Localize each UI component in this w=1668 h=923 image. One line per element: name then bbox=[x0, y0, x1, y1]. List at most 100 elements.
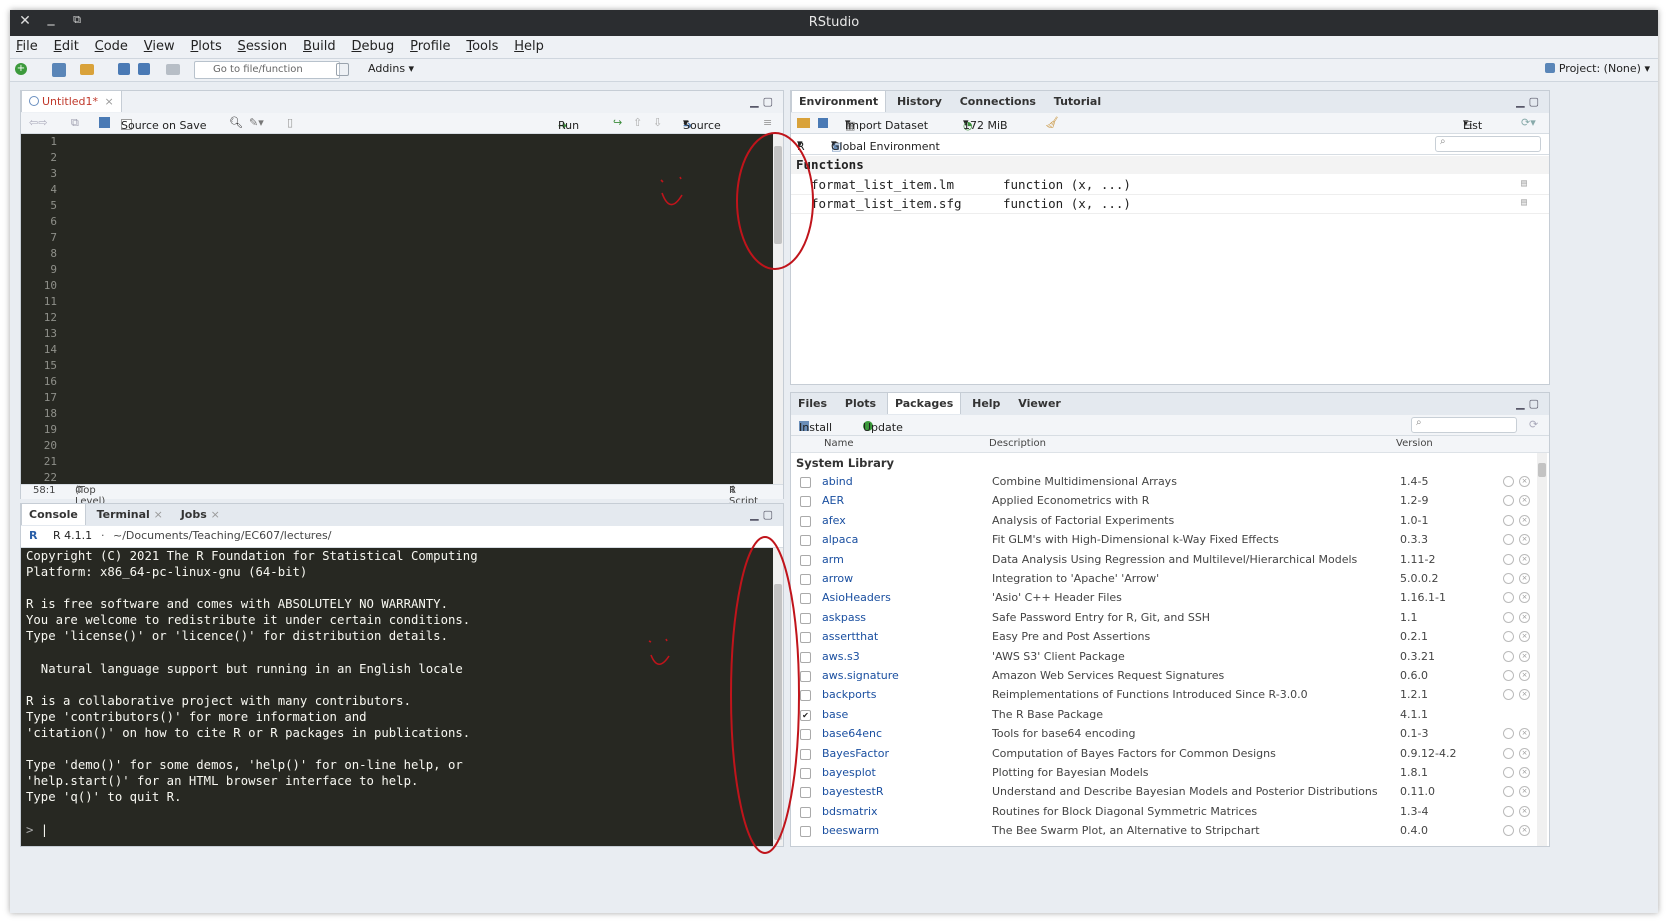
tab-environment[interactable]: Environment bbox=[791, 91, 887, 112]
menu-file[interactable]: File bbox=[10, 36, 44, 54]
source-button[interactable]: ➔ Source ▾ bbox=[683, 116, 721, 132]
pkg-minmax-icon[interactable]: ▁▢ bbox=[1516, 397, 1543, 410]
package-website-icon[interactable] bbox=[1503, 631, 1514, 643]
package-load-checkbox[interactable] bbox=[800, 574, 811, 585]
package-load-checkbox[interactable] bbox=[800, 554, 811, 566]
menu-session[interactable]: Session bbox=[232, 36, 294, 54]
refresh-icon[interactable]: ⟳▾ bbox=[1521, 116, 1536, 129]
memory-usage-button[interactable]: ◔ 172 MiB ▾ bbox=[963, 116, 1008, 132]
package-website-icon[interactable] bbox=[1503, 534, 1514, 546]
package-load-checkbox[interactable] bbox=[800, 612, 811, 624]
remove-package-icon[interactable]: × bbox=[1519, 553, 1530, 565]
package-name-link[interactable]: bayesplot bbox=[822, 766, 876, 779]
package-row[interactable]: askpass Safe Password Entry for R, Git, a… bbox=[791, 609, 1537, 628]
load-workspace-icon[interactable] bbox=[797, 118, 810, 128]
package-website-icon[interactable] bbox=[1503, 825, 1514, 837]
package-row[interactable]: afex Analysis of Factorial Experiments 1.0… bbox=[791, 512, 1537, 531]
remove-package-icon[interactable]: × bbox=[1519, 573, 1530, 584]
package-load-checkbox[interactable] bbox=[800, 651, 811, 663]
col-name[interactable]: Name bbox=[824, 438, 854, 449]
back-arrow-icon[interactable]: ⇦⇨ bbox=[29, 116, 47, 129]
package-load-checkbox[interactable] bbox=[800, 535, 811, 547]
package-row[interactable]: arrow Integration to 'Apache' 'Arrow' 5.0.… bbox=[791, 570, 1537, 589]
package-name-link[interactable]: beeswarm bbox=[822, 824, 879, 837]
tab-plots[interactable]: Plots bbox=[838, 393, 883, 414]
working-directory[interactable]: ~/Documents/Teaching/EC607/lectures/ bbox=[113, 529, 331, 542]
package-website-icon[interactable] bbox=[1503, 689, 1514, 701]
package-row[interactable]: beeswarm The Bee Swarm Plot, an Alternati… bbox=[791, 822, 1537, 841]
package-name-link[interactable]: base bbox=[822, 708, 848, 721]
packages-scrollbar[interactable] bbox=[1537, 453, 1547, 846]
package-load-checkbox[interactable] bbox=[800, 671, 811, 682]
compile-report-icon[interactable]: ▯ bbox=[287, 116, 293, 129]
language-selector[interactable]: R ▾ bbox=[797, 137, 805, 153]
source-minmax-icon[interactable]: ▁▢ bbox=[750, 95, 777, 108]
package-name-link[interactable]: bayestestR bbox=[822, 785, 884, 798]
close-tab-icon[interactable]: × bbox=[154, 508, 163, 521]
package-name-link[interactable]: bdsmatrix bbox=[822, 805, 878, 818]
tab-untitled1[interactable]: Untitled1* × bbox=[21, 91, 122, 112]
col-description[interactable]: Description bbox=[989, 438, 1046, 449]
package-name-link[interactable]: arm bbox=[822, 553, 844, 566]
menu-tools[interactable]: Tools bbox=[460, 36, 504, 54]
tab-viewer[interactable]: Viewer bbox=[1011, 393, 1068, 414]
new-file-icon[interactable]: + bbox=[15, 63, 27, 75]
menu-view[interactable]: View bbox=[138, 36, 181, 54]
remove-package-icon[interactable]: × bbox=[1519, 728, 1530, 740]
import-dataset-button[interactable]: ▦ Import Dataset ▾ bbox=[845, 116, 928, 132]
tab-terminal[interactable]: Terminal × bbox=[90, 504, 170, 525]
code-tools-icon[interactable]: ✎▾ bbox=[249, 116, 264, 129]
package-row[interactable]: aws.signature Amazon Web Services Request… bbox=[791, 667, 1537, 686]
refresh-icon[interactable]: ⟳ bbox=[1529, 418, 1538, 431]
package-load-checkbox[interactable] bbox=[800, 632, 811, 644]
package-website-icon[interactable] bbox=[1503, 650, 1514, 662]
tab-help[interactable]: Help bbox=[965, 393, 1007, 414]
package-row[interactable]: arm Data Analysis Using Regression and Mu… bbox=[791, 551, 1537, 570]
package-website-icon[interactable] bbox=[1503, 767, 1514, 778]
menu-code[interactable]: Code bbox=[89, 36, 134, 54]
menu-debug[interactable]: Debug bbox=[345, 36, 400, 54]
save-icon[interactable] bbox=[118, 63, 130, 75]
remove-package-icon[interactable]: × bbox=[1519, 747, 1530, 759]
scope-selector[interactable]: (Top Level) ⇕ bbox=[75, 485, 105, 507]
package-row[interactable]: assertthat Easy Pre and Post Assertions 0.… bbox=[791, 628, 1537, 647]
package-website-icon[interactable] bbox=[1503, 786, 1514, 798]
package-name-link[interactable]: aws.signature bbox=[822, 669, 899, 682]
package-load-checkbox[interactable] bbox=[800, 729, 811, 741]
remove-package-icon[interactable]: × bbox=[1519, 514, 1530, 526]
go-to-directory-icon[interactable]: ➪ bbox=[305, 529, 314, 542]
menu-edit[interactable]: Edit bbox=[48, 36, 85, 54]
package-name-link[interactable]: aws.s3 bbox=[822, 650, 860, 663]
package-load-checkbox[interactable] bbox=[800, 515, 811, 527]
addins-menu[interactable]: Addins ▾ bbox=[368, 62, 414, 75]
grid-layout-icon[interactable] bbox=[336, 63, 349, 76]
package-name-link[interactable]: afex bbox=[822, 514, 846, 527]
remove-package-icon[interactable]: × bbox=[1519, 495, 1530, 507]
environment-search[interactable]: ⌕ bbox=[1435, 136, 1541, 152]
packages-scroll-thumb[interactable] bbox=[1538, 463, 1546, 477]
view-object-icon[interactable]: ▤ bbox=[1521, 178, 1527, 189]
package-load-checkbox[interactable] bbox=[800, 496, 811, 508]
package-row[interactable]: ✔ base The R Base Package 4.1.1 bbox=[791, 706, 1537, 725]
package-website-icon[interactable] bbox=[1503, 747, 1514, 759]
editor-scroll-thumb[interactable] bbox=[774, 146, 782, 244]
package-row[interactable]: AER Applied Econometrics with R 1.2-9 × bbox=[791, 492, 1537, 511]
remove-package-icon[interactable]: × bbox=[1519, 670, 1530, 681]
package-name-link[interactable]: assertthat bbox=[822, 630, 878, 643]
goto-file-input[interactable]: Go to file/function bbox=[194, 61, 340, 79]
package-website-icon[interactable] bbox=[1503, 670, 1514, 681]
menu-build[interactable]: Build bbox=[297, 36, 342, 54]
package-name-link[interactable]: AER bbox=[822, 494, 844, 507]
package-row[interactable]: base64enc Tools for base64 encoding 0.1-3 × bbox=[791, 725, 1537, 744]
package-load-checkbox[interactable] bbox=[800, 806, 811, 818]
view-object-icon[interactable]: ▤ bbox=[1521, 197, 1527, 208]
package-row[interactable]: aws.s3 'AWS S3' Client Package 0.3.21 × bbox=[791, 648, 1537, 667]
tab-console[interactable]: Console bbox=[21, 504, 86, 525]
console-scrollbar[interactable] bbox=[773, 548, 783, 846]
show-in-window-icon[interactable]: ⧉ bbox=[71, 116, 79, 130]
print-icon[interactable] bbox=[166, 64, 180, 75]
console-minmax-icon[interactable]: ▁▢ bbox=[750, 508, 777, 521]
editor-scrollbar[interactable] bbox=[773, 134, 783, 484]
remove-package-icon[interactable]: × bbox=[1519, 767, 1530, 778]
save-all-icon[interactable] bbox=[138, 63, 150, 75]
